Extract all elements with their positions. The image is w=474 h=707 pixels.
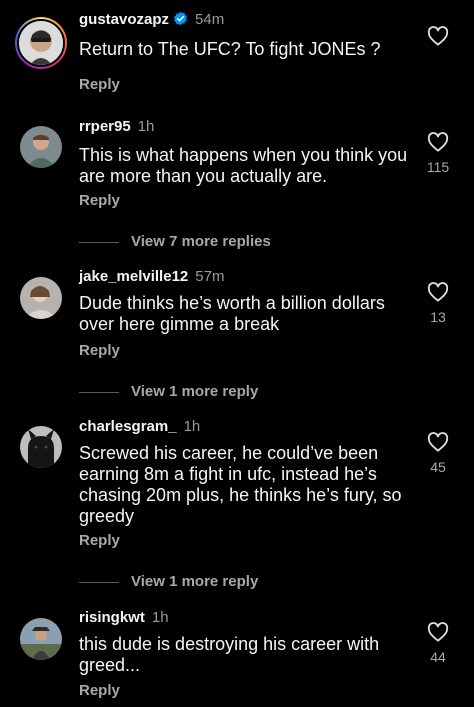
comment-meta: charlesgram_ 1h [79, 418, 200, 436]
divider-line [79, 581, 119, 583]
divider-line [79, 241, 119, 243]
like-count: 45 [430, 459, 446, 475]
avatar-image [20, 426, 62, 468]
username[interactable]: gustavozapz [79, 11, 169, 28]
like-button[interactable]: 44 [424, 622, 452, 665]
view-more-replies[interactable]: View 7 more replies [79, 233, 271, 250]
timestamp: 1h [137, 118, 155, 135]
like-button[interactable]: 45 [424, 432, 452, 475]
comment-meta: jake_melville12 57m [79, 268, 224, 286]
reply-button[interactable]: Reply [79, 192, 120, 209]
view-more-label: View 1 more reply [131, 383, 259, 400]
like-button[interactable]: 13 [424, 282, 452, 325]
timestamp: 1h [183, 418, 201, 435]
comment-text: This is what happens when you think you … [79, 145, 408, 186]
avatar[interactable] [20, 126, 62, 168]
reply-button[interactable]: Reply [79, 76, 120, 93]
view-more-replies[interactable]: View 1 more reply [79, 573, 258, 590]
comment-text: this dude is destroying his career with … [79, 634, 380, 675]
avatar[interactable] [20, 277, 62, 319]
avatar-image [19, 21, 63, 65]
like-count: 44 [430, 649, 446, 665]
reply-button[interactable]: Reply [79, 342, 120, 359]
comment-text: Dude thinks he’s worth a billion dollars… [79, 293, 385, 334]
verified-badge-icon [174, 11, 187, 26]
like-count: 13 [430, 309, 446, 325]
heart-icon [427, 132, 449, 152]
comment-text: Screwed his career, he could’ve been ear… [79, 443, 402, 526]
like-button[interactable]: 115 [424, 132, 452, 175]
avatar[interactable] [15, 17, 67, 69]
view-more-replies[interactable]: View 1 more reply [79, 383, 258, 400]
reply-button[interactable]: Reply [79, 532, 120, 549]
reply-button[interactable]: Reply [79, 682, 120, 699]
view-more-label: View 7 more replies [131, 233, 271, 250]
timestamp: 57m [195, 268, 225, 285]
comment-meta: rrper95 1h [79, 118, 154, 136]
comment-meta: gustavozapz 54m [79, 11, 224, 29]
heart-icon [427, 432, 449, 452]
comment-text: Return to The UFC? To fight JONEs ? [79, 39, 381, 59]
comment-meta: risingkwt 1h [79, 609, 169, 627]
heart-icon [427, 26, 449, 46]
like-count: 115 [426, 159, 450, 175]
avatar-image [20, 618, 62, 660]
username[interactable]: charlesgram_ [79, 418, 177, 435]
avatar-image [20, 277, 62, 319]
username[interactable]: risingkwt [79, 609, 145, 626]
heart-icon [427, 282, 449, 302]
heart-icon [427, 622, 449, 642]
avatar[interactable] [20, 618, 62, 660]
username[interactable]: rrper95 [79, 118, 131, 135]
timestamp: 54m [195, 11, 225, 28]
view-more-label: View 1 more reply [131, 573, 259, 590]
avatar-image [20, 126, 62, 168]
like-button[interactable] [424, 26, 452, 46]
timestamp: 1h [151, 609, 169, 626]
username[interactable]: jake_melville12 [79, 268, 188, 285]
avatar[interactable] [20, 426, 62, 468]
divider-line [79, 391, 119, 393]
